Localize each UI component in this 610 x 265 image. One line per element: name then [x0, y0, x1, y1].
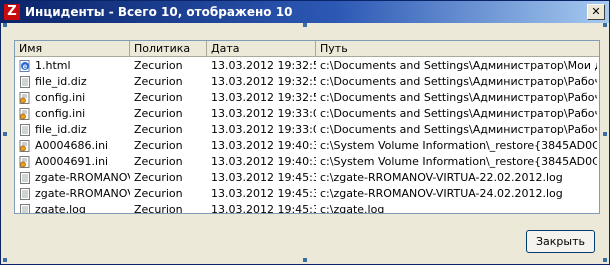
- cell-name: zgate.log: [35, 203, 86, 214]
- column-header-date[interactable]: Дата: [207, 41, 316, 56]
- cell-date: 13.03.2012 19:45:35: [211, 187, 316, 200]
- column-header-policy[interactable]: Политика: [130, 41, 207, 56]
- cell-path: c:\zgate-RROMANOV-VIRTUA-22.02.2012.log: [320, 171, 563, 184]
- cell-date: 13.03.2012 19:45:38: [211, 203, 316, 214]
- cell-policy: Zecurion: [134, 123, 183, 136]
- cell-date: 13.03.2012 19:40:31: [211, 155, 316, 168]
- resize-handle[interactable]: [303, 23, 307, 27]
- column-header-name[interactable]: Имя: [15, 41, 130, 56]
- cell-path: c:\zgate-RROMANOV-VIRTUA-24.02.2012.log: [320, 187, 563, 200]
- text-file-icon: [19, 188, 31, 200]
- cell-policy: Zecurion: [134, 59, 183, 72]
- cell-path: c:\Documents and Settings\Администратор\…: [320, 91, 597, 104]
- incidents-list[interactable]: Имя Политика Дата Путь e 1.html Zecurion 13…: [14, 40, 600, 214]
- cell-policy: Zecurion: [134, 107, 183, 120]
- text-file-icon: [19, 172, 31, 184]
- cell-policy: Zecurion: [134, 91, 183, 104]
- table-row[interactable]: config.ini Zecurion 13.03.2012 19:33:02 c:\…: [15, 106, 599, 122]
- cell-date: 13.03.2012 19:33:02: [211, 123, 316, 136]
- table-row[interactable]: e 1.html Zecurion 13.03.2012 19:32:51 c:\Doc…: [15, 58, 599, 74]
- cell-name: 1.html: [35, 59, 71, 72]
- resize-handle[interactable]: [603, 258, 607, 262]
- text-file-icon: [19, 76, 31, 88]
- text-file-icon: [19, 204, 31, 213]
- ini-file-icon: [19, 108, 31, 120]
- resize-handle[interactable]: [603, 132, 607, 136]
- cell-path: c:\Documents and Settings\Администратор\…: [320, 123, 597, 136]
- cell-policy: Zecurion: [134, 187, 183, 200]
- cell-path: c:\System Volume Information\_restore{38…: [320, 139, 597, 152]
- cell-name: config.ini: [35, 107, 86, 120]
- ini-file-icon: [19, 92, 31, 104]
- cell-date: 13.03.2012 19:32:51: [211, 59, 316, 72]
- cell-name: A0004691.ini: [35, 155, 109, 168]
- cell-path: c:\System Volume Information\_restore{38…: [320, 155, 597, 168]
- cell-name: zgate-RROMANOV...: [35, 187, 130, 200]
- table-row[interactable]: config.ini Zecurion 13.03.2012 19:32:56 c:\…: [15, 90, 599, 106]
- ini-file-icon: [19, 140, 31, 152]
- cell-name: A0004686.ini: [35, 139, 109, 152]
- resize-handle[interactable]: [303, 258, 307, 262]
- cell-name: zgate-RROMANOV...: [35, 171, 130, 184]
- text-file-icon: [19, 124, 31, 136]
- table-row[interactable]: A0004691.ini Zecurion 13.03.2012 19:40:31 c…: [15, 154, 599, 170]
- cell-name: file_id.diz: [35, 75, 87, 88]
- resize-handle[interactable]: [3, 23, 7, 27]
- cell-date: 13.03.2012 19:33:02: [211, 107, 316, 120]
- column-header-path[interactable]: Путь: [316, 41, 599, 56]
- title-close-button[interactable]: ✕: [587, 4, 605, 20]
- table-row[interactable]: file_id.diz Zecurion 13.03.2012 19:33:02 c:…: [15, 122, 599, 138]
- cell-policy: Zecurion: [134, 75, 183, 88]
- cell-policy: Zecurion: [134, 155, 183, 168]
- window-title: Инциденты - Всего 10, отображено 10: [25, 5, 293, 19]
- cell-path: c:\Documents and Settings\Администратор\…: [320, 107, 597, 120]
- cell-policy: Zecurion: [134, 171, 183, 184]
- cell-date: 13.03.2012 19:32:56: [211, 75, 316, 88]
- svg-text:e: e: [23, 62, 28, 71]
- cell-name: file_id.diz: [35, 123, 87, 136]
- cell-date: 13.03.2012 19:40:31: [211, 139, 316, 152]
- cell-path: c:\Documents and Settings\Администратор\…: [320, 75, 597, 88]
- resize-handle[interactable]: [603, 23, 607, 27]
- html-file-icon: e: [19, 60, 31, 72]
- incidents-dialog: Z Инциденты - Всего 10, отображено 10 ✕ …: [0, 0, 610, 265]
- ini-file-icon: [19, 156, 31, 168]
- zecurion-app-icon: Z: [4, 4, 20, 20]
- table-row[interactable]: zgate-RROMANOV... Zecurion 13.03.2012 19:4…: [15, 186, 599, 202]
- resize-handle[interactable]: [3, 258, 7, 262]
- title-bar[interactable]: Z Инциденты - Всего 10, отображено 10 ✕: [1, 1, 609, 23]
- cell-policy: Zecurion: [134, 139, 183, 152]
- table-row[interactable]: zgate.log Zecurion 13.03.2012 19:45:38 c:\z…: [15, 202, 599, 214]
- cell-date: 13.03.2012 19:45:35: [211, 171, 316, 184]
- cell-date: 13.03.2012 19:32:56: [211, 91, 316, 104]
- cell-path: c:\zgate.log: [320, 203, 385, 214]
- cell-path: c:\Documents and Settings\Администратор\…: [320, 59, 597, 72]
- table-row[interactable]: file_id.diz Zecurion 13.03.2012 19:32:56 c:…: [15, 74, 599, 90]
- list-header: Имя Политика Дата Путь: [15, 41, 599, 57]
- table-row[interactable]: zgate-RROMANOV... Zecurion 13.03.2012 19:4…: [15, 170, 599, 186]
- resize-handle[interactable]: [3, 132, 7, 136]
- close-button[interactable]: Закрыть: [526, 230, 595, 253]
- table-row[interactable]: A0004686.ini Zecurion 13.03.2012 19:40:31 c…: [15, 138, 599, 154]
- cell-name: config.ini: [35, 91, 86, 104]
- cell-policy: Zecurion: [134, 203, 183, 214]
